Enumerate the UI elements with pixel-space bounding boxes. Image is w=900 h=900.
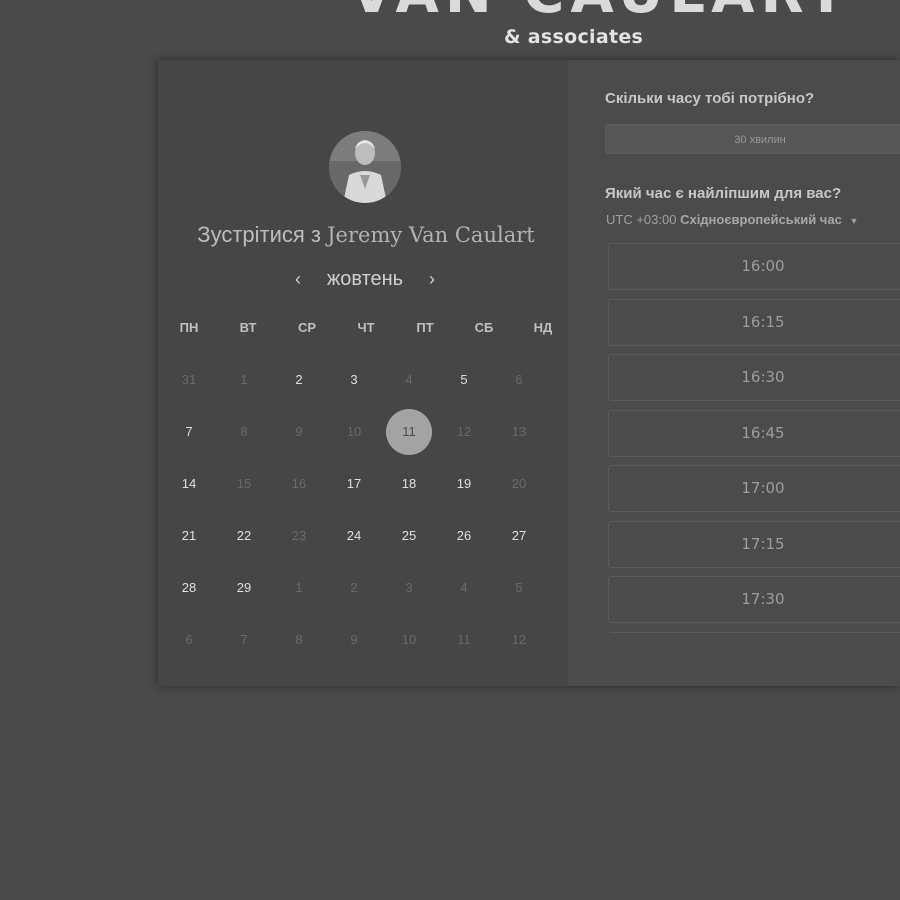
calendar-day: 6 [185,632,193,647]
weekday-sun: НД [533,320,553,335]
time-question: Який час є найліпшим для вас? [605,185,842,202]
caret-down-icon: ▼ [849,216,859,226]
calendar-day[interactable]: 28 [166,565,212,611]
chevron-right-icon[interactable]: › [424,269,440,290]
timezone-offset: UTC +03:00 [606,212,677,227]
calendar-day: 23 [291,528,307,543]
meet-prefix: Зустрітися з [197,222,322,247]
brand-subtitle: & associates [504,26,644,48]
weekday-wed: СР [297,320,317,335]
calendar-day[interactable]: 27 [496,513,542,559]
calendar-day: 9 [295,424,303,439]
calendar-day[interactable]: 18 [386,461,432,507]
calendar-day: 8 [295,632,303,647]
calendar-day: 8 [240,424,248,439]
calendar-day: 1 [295,580,303,595]
calendar-day: 3 [405,580,413,595]
calendar-day: 5 [515,580,523,595]
time-slot[interactable]: 16:45 [608,409,900,457]
time-slot[interactable]: 16:00 [608,243,900,290]
calendar-day: 2 [350,580,358,595]
calendar-day: 10 [346,424,362,439]
calendar-day: 4 [460,580,468,595]
calendar-day[interactable]: 3 [331,357,377,403]
host-name: Jeremy Van Caulart [327,223,535,247]
calendar-day: 4 [405,372,413,387]
weekday-header: ПН ВТ СР ЧТ ПТ СБ НД [162,320,570,340]
weekday-fri: ПТ [416,320,434,335]
month-navigation: ‹ жовтень › [290,264,440,294]
calendar-day[interactable]: 29 [221,565,267,611]
calendar-day[interactable]: 26 [441,513,487,559]
timezone-name: Східноєвропейський час [680,212,842,227]
time-slot[interactable]: 17:30 [608,576,900,623]
weekday-mon: ПН [179,320,199,335]
calendar-day: 11 [457,632,471,647]
calendar-day: 6 [515,372,523,387]
chevron-left-icon[interactable]: ‹ [290,269,306,290]
calendar-day: 31 [181,372,197,387]
calendar-day: 10 [401,632,417,647]
calendar-day[interactable]: 25 [386,513,432,559]
weekday-thu: ЧТ [357,320,375,335]
weekday-tue: ВТ [239,320,257,335]
time-slot[interactable]: 16:15 [608,298,900,346]
calendar-day-selected[interactable]: 11 [386,409,432,455]
meeting-title: Зустрітися з Jeremy Van Caulart [158,222,574,248]
calendar-day[interactable]: 2 [276,357,322,403]
duration-question: Скільки часу тобі потрібно? [605,90,815,107]
weekday-sat: СБ [474,320,494,335]
calendar-day[interactable]: 21 [166,513,212,559]
calendar-days-grid: 31 1 2 3 4 5 6 7 8 9 10 11 12 13 14 15 16 17 18 19 20 21 22 23 2… [162,355,570,665]
time-slot[interactable]: 17:15 [608,520,900,568]
calendar-day[interactable]: 17 [331,461,377,507]
calendar-day[interactable]: 22 [221,513,267,559]
calendar-day: 12 [456,424,472,439]
host-avatar [329,131,401,203]
time-slot-list: 16:00 16:15 16:30 16:45 17:00 17:15 17:30 [608,243,900,633]
time-slot[interactable]: 17:00 [608,465,900,512]
calendar-day: 9 [350,632,358,647]
month-label: жовтень [326,267,404,290]
calendar-day: 13 [511,424,527,439]
calendar-day: 16 [291,476,307,491]
calendar-day[interactable]: 24 [331,513,377,559]
calendar-day: 12 [511,632,527,647]
time-slot[interactable]: 16:30 [608,354,900,401]
calendar-day: 20 [511,476,527,491]
calendar-day[interactable]: 19 [441,461,487,507]
calendar-day: 7 [240,632,248,647]
calendar-day[interactable]: 5 [441,357,487,403]
calendar-day: 15 [236,476,252,491]
calendar-day[interactable]: 14 [166,461,212,507]
calendar-day: 1 [240,372,248,387]
timezone-select[interactable]: UTC +03:00 Східноєвропейський час ▼ [606,212,858,227]
brand-title: VAN CAULART [350,0,845,22]
time-slot[interactable] [608,631,900,633]
duration-select[interactable]: 30 хвилин [605,124,900,154]
calendar-day[interactable]: 7 [166,409,212,455]
